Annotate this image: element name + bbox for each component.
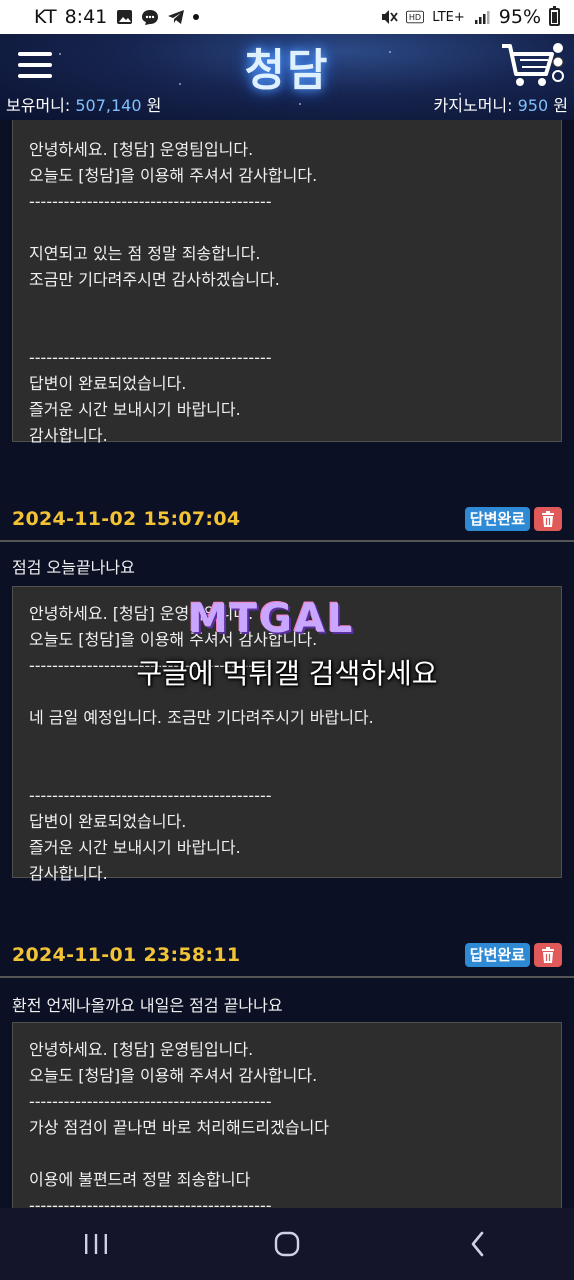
watermark-text: 구글에 먹튀갤 검색하세요: [136, 657, 438, 690]
answer-line: 답변이 완료되었습니다.: [29, 812, 187, 831]
clock: 8:41: [64, 6, 108, 28]
answer-line: 조금만 기다려주시면 감사하겠습니다.: [29, 270, 280, 289]
post-title[interactable]: 점검 오늘끝나나요: [12, 554, 135, 578]
battery-icon: [549, 6, 560, 26]
inquiry-list: 안녕하세요. [청담] 운영팀입니다. 오늘도 [청담]을 이용해 주셔서 감사…: [0, 120, 574, 1208]
answer-line: 감사합니다.: [29, 426, 108, 445]
watermark-logo: MTGAL: [188, 596, 355, 642]
held-money: 보유머니: 507,140 원: [6, 92, 161, 116]
hd-icon: HD: [406, 8, 425, 26]
post-date: 2024-11-01 23:58:11: [12, 944, 241, 966]
recent-apps-icon[interactable]: [66, 1219, 126, 1269]
answer-line: ----------------------------------------…: [29, 192, 272, 211]
answer-line: 즐거운 시간 보내시기 바랍니다.: [29, 838, 241, 857]
post-header: 2024-11-01 23:58:11 답변완료: [0, 938, 574, 978]
signal-icon: [473, 8, 491, 26]
answer-line: 안녕하세요. [청담] 운영팀입니다.: [29, 1040, 254, 1059]
answer-line: 이용에 불편드려 정말 죄송합니다: [29, 1170, 251, 1189]
held-money-label: 보유머니:: [6, 96, 71, 115]
mute-icon: [380, 8, 398, 26]
answer-line: 가상 점검이 끝나면 바로 처리해드리겠습니다: [29, 1118, 330, 1137]
system-nav-bar: [0, 1208, 574, 1280]
answer-line: 답변이 완료되었습니다.: [29, 374, 187, 393]
status-bar: KT 8:41 HD LTE+ 95%: [0, 0, 574, 34]
answer-box: 안녕하세요. [청담] 운영팀입니다. 오늘도 [청담]을 이용해 주셔서 감사…: [12, 120, 562, 445]
answer-box: 안녕하세요. [청담] 운영팀입니다. 오늘도 [청담]을 이용해 주셔서 감사…: [12, 1022, 562, 1208]
trash-icon[interactable]: [534, 943, 562, 967]
post-date: 2024-11-02 15:07:04: [12, 508, 241, 530]
post-header: 2024-11-02 15:07:04 답변완료: [0, 502, 574, 542]
answer-line: 즐거운 시간 보내시기 바랍니다.: [29, 400, 241, 419]
casino-money-label: 카지노머니:: [433, 96, 513, 115]
gallery-icon: [115, 8, 133, 26]
answer-line: [29, 757, 545, 783]
answer-line: 지연되고 있는 점 정말 죄송합니다.: [29, 244, 261, 263]
answer-line: ----------------------------------------…: [29, 786, 272, 805]
telegram-icon: [167, 8, 185, 26]
post-title[interactable]: 환전 언제나올까요 내일은 점검 끝나나요: [12, 992, 283, 1016]
casino-money-value: 950: [517, 96, 549, 115]
answer-line: [29, 731, 545, 757]
svg-text:HD: HD: [409, 12, 421, 22]
chat-icon: [141, 8, 159, 26]
status-badge: 답변완료: [464, 943, 530, 967]
casino-money: 카지노머니: 950 원: [434, 92, 568, 116]
carrier-label: KT: [34, 6, 57, 28]
cart-icon[interactable]: [500, 40, 566, 92]
held-money-value: 507,140: [75, 96, 142, 115]
answer-line: 오늘도 [청담]을 이용해 주셔서 감사합니다.: [29, 166, 318, 185]
answer-line: [29, 1141, 545, 1167]
answer-line: 안녕하세요. [청담] 운영팀입니다.: [29, 140, 254, 159]
answer-line: [29, 319, 545, 345]
answer-line: ----------------------------------------…: [29, 1196, 272, 1208]
battery-percent: 95%: [498, 6, 541, 28]
trash-icon[interactable]: [534, 507, 562, 531]
status-badge: 답변완료: [464, 507, 530, 531]
answer-line: [29, 293, 545, 319]
answer-line: 감사합니다.: [29, 864, 108, 883]
notification-dot-icon: [193, 14, 200, 20]
answer-line: 네 금일 예정입니다. 조금만 기다려주시기 바랍니다.: [29, 708, 374, 727]
answer-line: ----------------------------------------…: [29, 348, 272, 367]
site-header: 청담 보유머니: 507,140 원 카지노머니: 950 원: [0, 34, 574, 120]
answer-line: [29, 215, 545, 241]
network-type: LTE+: [432, 9, 465, 25]
home-icon[interactable]: [257, 1219, 317, 1269]
held-money-unit: 원: [146, 96, 162, 115]
answer-line: 오늘도 [청담]을 이용해 주셔서 감사합니다.: [29, 1066, 318, 1085]
site-logo[interactable]: 청담: [0, 34, 574, 98]
casino-money-unit: 원: [553, 96, 568, 115]
answer-line: ----------------------------------------…: [29, 1092, 272, 1111]
back-icon[interactable]: [448, 1219, 508, 1269]
